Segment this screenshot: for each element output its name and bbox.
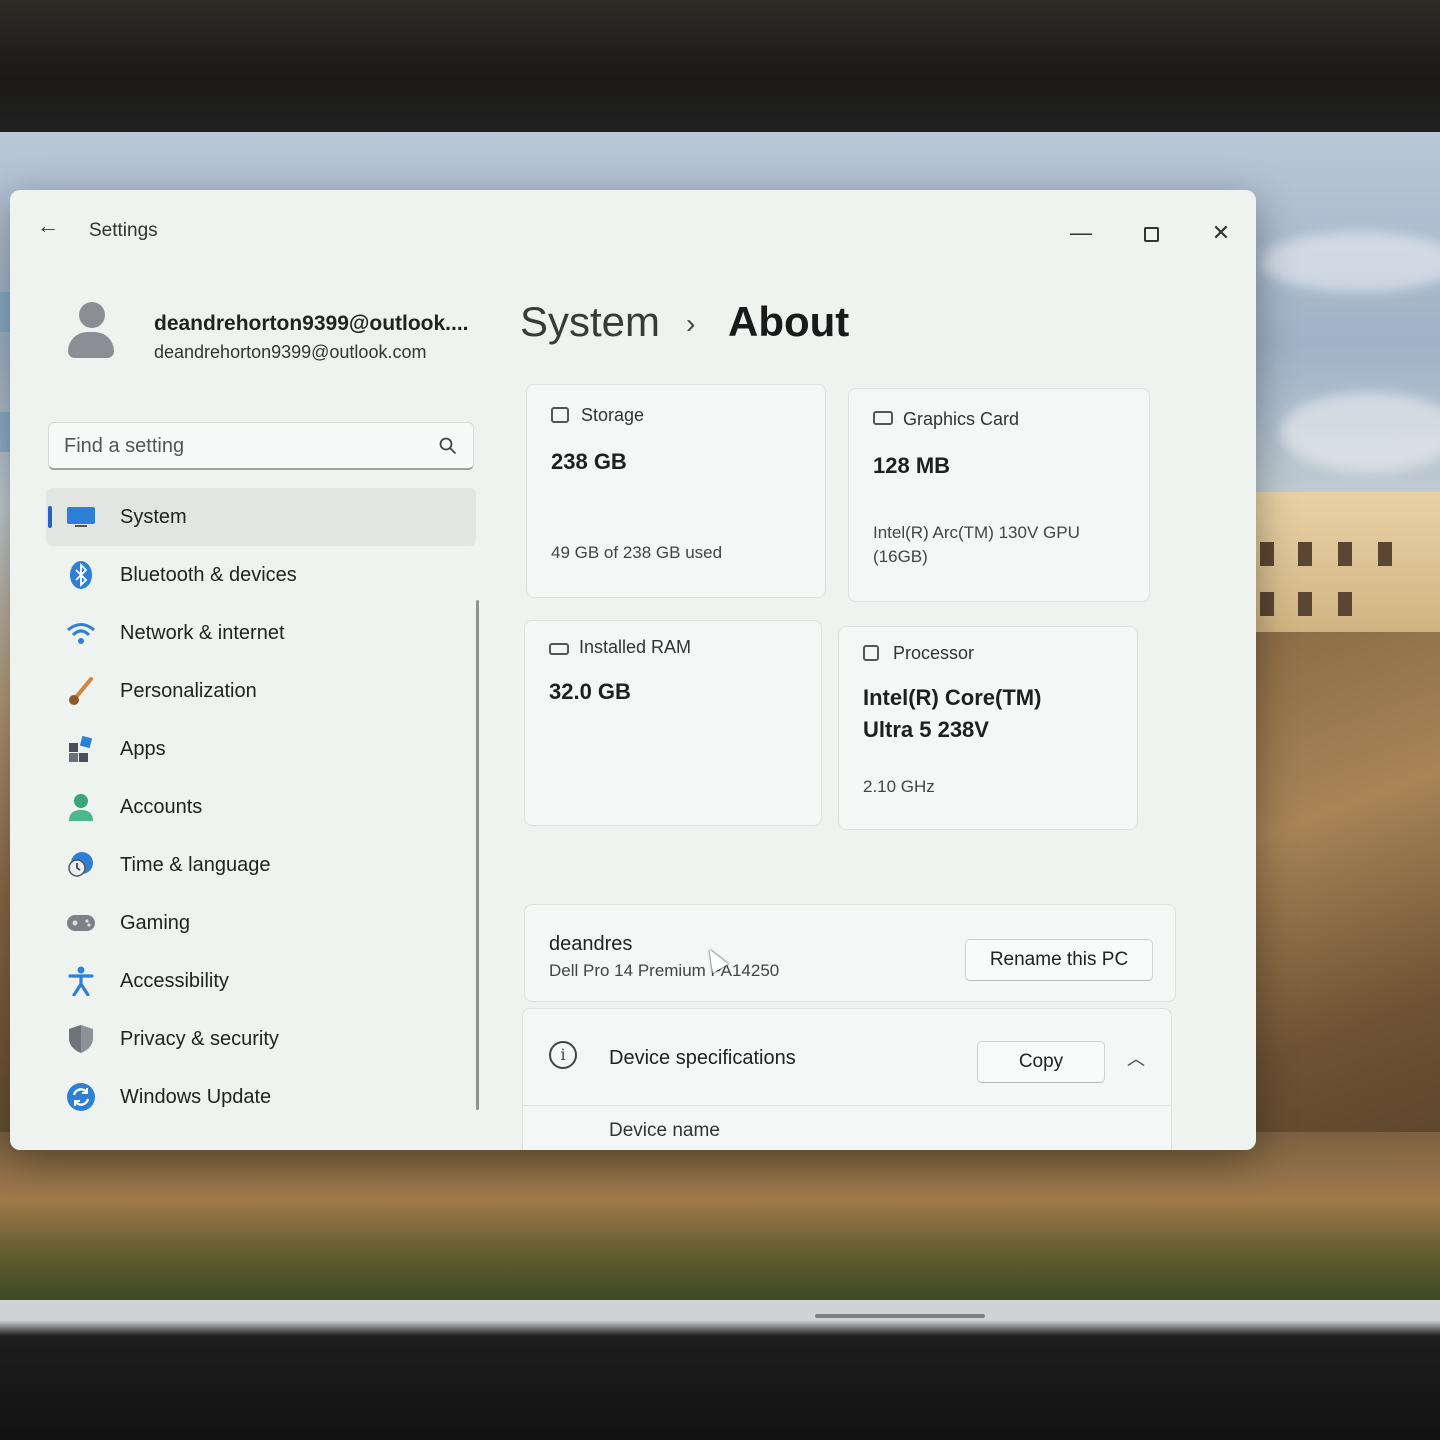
monitor-icon	[66, 502, 96, 532]
chevron-up-icon[interactable]: ︿	[1127, 1045, 1145, 1071]
sidebar-nav: System Bluetooth & devices Network & int…	[46, 488, 476, 1126]
sidebar-item-apps[interactable]: Apps	[46, 720, 476, 778]
close-button[interactable]: ✕	[1206, 220, 1236, 250]
sidebar-item-label: Privacy & security	[120, 1027, 279, 1050]
breadcrumb-parent[interactable]: System	[520, 298, 660, 346]
maximize-icon	[1143, 226, 1159, 242]
device-specifications-header[interactable]: i Device specifications Copy ︿	[522, 1008, 1172, 1106]
sidebar-item-bluetooth[interactable]: Bluetooth & devices	[46, 546, 476, 604]
wifi-icon	[66, 618, 96, 648]
search-box[interactable]: Find a setting	[48, 422, 474, 470]
sidebar-item-label: Personalization	[120, 679, 257, 702]
profile-name: deandrehorton9399@outlook....	[154, 312, 469, 335]
building	[1238, 492, 1440, 632]
gamepad-icon	[66, 908, 96, 938]
selection-indicator	[48, 506, 52, 528]
device-name-label: Device name	[609, 1120, 720, 1141]
sidebar-item-accessibility[interactable]: Accessibility	[46, 952, 476, 1010]
gpu-shared-memory: (16GB)	[873, 547, 928, 566]
accessibility-icon	[66, 966, 96, 996]
device-name-row: Device name	[522, 1106, 1172, 1150]
copy-button[interactable]: Copy	[977, 1041, 1105, 1083]
gpu-name: Intel(R) Arc(TM) 130V GPU	[873, 523, 1080, 542]
processor-icon	[863, 645, 879, 661]
sidebar-item-system[interactable]: System	[46, 488, 476, 546]
minimize-button[interactable]: —	[1066, 220, 1096, 250]
sidebar-item-network[interactable]: Network & internet	[46, 604, 476, 662]
sidebar-item-label: System	[120, 505, 187, 528]
installed-ram-card: Installed RAM 32.0 GB	[524, 620, 822, 826]
photo-bottom-bezel	[0, 1300, 1440, 1440]
storage-icon	[551, 407, 569, 423]
sidebar-item-windows-update[interactable]: Windows Update	[46, 1068, 476, 1126]
sidebar-item-label: Windows Update	[120, 1085, 272, 1108]
sidebar-item-accounts[interactable]: Accounts	[46, 778, 476, 836]
graphics-card-card: Graphics Card 128 MB Intel(R) Arc(TM) 13…	[848, 388, 1150, 602]
storage-usage: 49 GB of 238 GB used	[551, 543, 723, 562]
pc-name-row: deandres Dell Pro 14 Premium PA14250 Ren…	[524, 904, 1176, 1002]
storage-value: 238 GB	[551, 449, 627, 474]
ground	[0, 1132, 1440, 1302]
sidebar-item-gaming[interactable]: Gaming	[46, 894, 476, 952]
avatar[interactable]	[66, 302, 116, 360]
ram-value: 32.0 GB	[549, 679, 631, 704]
search-input[interactable]: Find a setting	[64, 435, 184, 458]
sidebar-item-personalization[interactable]: Personalization	[46, 662, 476, 720]
device-specifications-title: Device specifications	[609, 1047, 796, 1069]
processor-name-line2: Ultra 5 238V	[863, 717, 989, 742]
person-icon	[66, 792, 96, 822]
processor-card: Processor Intel(R) Core(TM) Ultra 5 238V…	[838, 626, 1138, 830]
processor-name-line1: Intel(R) Core(TM)	[863, 685, 1042, 710]
update-icon	[66, 1082, 96, 1112]
profile-email: deandrehorton9399@outlook.com	[154, 342, 427, 362]
brush-icon	[66, 676, 96, 706]
rename-pc-button[interactable]: Rename this PC	[965, 939, 1153, 981]
ram-icon	[549, 643, 569, 655]
sidebar-item-label: Accounts	[120, 795, 203, 818]
cloud	[1280, 392, 1440, 472]
sidebar-item-label: Apps	[120, 737, 166, 760]
pc-model: Dell Pro 14 Premium PA14250	[549, 961, 780, 980]
card-label: Graphics Card	[903, 409, 1020, 429]
clock-globe-icon	[66, 850, 96, 880]
back-button[interactable]: ←	[34, 212, 62, 240]
window-title: Settings	[89, 220, 158, 241]
apps-icon	[66, 734, 96, 764]
settings-window: ← Settings — ✕ deandrehorton9399@outlook…	[10, 190, 1256, 1150]
sidebar-item-label: Accessibility	[120, 969, 229, 992]
card-label: Storage	[581, 405, 645, 425]
bluetooth-icon	[66, 560, 96, 590]
card-label: Installed RAM	[579, 637, 692, 657]
maximize-button[interactable]	[1136, 220, 1166, 250]
sidebar-item-label: Bluetooth & devices	[120, 563, 297, 586]
info-icon: i	[549, 1041, 577, 1069]
processor-speed: 2.10 GHz	[863, 777, 935, 796]
search-icon[interactable]	[439, 437, 457, 455]
gpu-memory-value: 128 MB	[873, 453, 951, 478]
sidebar-item-label: Gaming	[120, 911, 191, 934]
sidebar-scrollbar[interactable]	[476, 600, 479, 1110]
sidebar-item-label: Network & internet	[120, 621, 285, 644]
card-label: Processor	[893, 643, 975, 663]
graphics-card-icon	[873, 411, 893, 425]
sidebar-item-time-language[interactable]: Time & language	[46, 836, 476, 894]
shield-icon	[66, 1024, 96, 1054]
sidebar-item-privacy-security[interactable]: Privacy & security	[46, 1010, 476, 1068]
breadcrumb-separator: ›	[686, 308, 696, 339]
sidebar-item-label: Time & language	[120, 853, 271, 876]
taskbar-indicator	[815, 1314, 985, 1318]
page-title: About	[728, 298, 850, 345]
storage-card: Storage 238 GB 49 GB of 238 GB used	[526, 384, 826, 598]
pc-name: deandres	[549, 933, 633, 955]
title-bar: ← Settings — ✕	[10, 190, 1256, 270]
photo-top-bezel	[0, 0, 1440, 140]
cloud	[1260, 232, 1440, 292]
